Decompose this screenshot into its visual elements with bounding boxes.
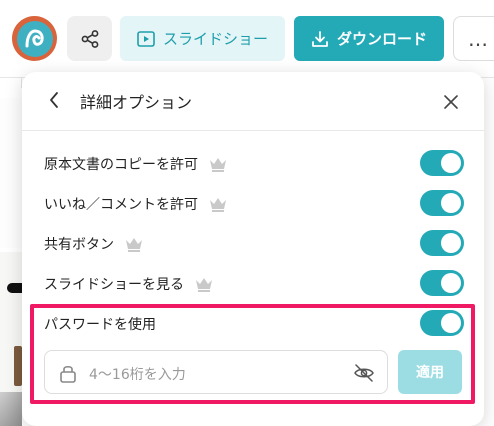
download-icon [312, 30, 328, 47]
avatar-logo-icon [16, 20, 53, 57]
share-button-toggle[interactable] [420, 230, 464, 256]
toggle-knob [441, 273, 461, 293]
back-chevron-icon[interactable] [44, 90, 64, 110]
view-slideshow-toggle[interactable] [420, 270, 464, 296]
download-label: ダウンロード [336, 30, 427, 48]
more-icon: … [468, 26, 488, 51]
crown-icon [208, 156, 228, 172]
slideshow-label: スライドショー [162, 30, 268, 48]
download-button[interactable]: ダウンロード [294, 16, 444, 61]
slide-photo-2 [0, 392, 22, 426]
option-label: 共有ボタン [44, 237, 114, 253]
top-toolbar: スライドショー ダウンロード … [0, 0, 494, 78]
toggle-knob [441, 153, 461, 173]
password-highlight-frame [30, 304, 475, 404]
option-label: いいね／コメントを許可 [44, 197, 198, 213]
option-row-likes-comments: いいね／コメントを許可 [44, 189, 464, 219]
crown-icon [194, 276, 214, 292]
document-page [0, 98, 22, 248]
share-icon [81, 29, 98, 48]
more-options-button[interactable]: … [453, 16, 494, 61]
slideshow-button[interactable]: スライドショー [120, 16, 285, 61]
toggle-knob [441, 193, 461, 213]
option-row-share-button: 共有ボタン [44, 229, 464, 259]
close-icon[interactable] [441, 92, 461, 112]
option-label: スライドショーを見る [44, 277, 184, 293]
avatar[interactable] [12, 16, 57, 61]
option-label: 原本文書のコピーを許可 [44, 157, 198, 173]
panel-header: 詳細オプション [22, 72, 484, 130]
panel-divider [22, 130, 484, 131]
toggle-knob [441, 233, 461, 253]
option-row-view-slideshow: スライドショーを見る [44, 269, 464, 299]
option-row-copy-original: 原本文書のコピーを許可 [44, 149, 464, 179]
crown-icon [124, 236, 144, 252]
crown-icon [208, 196, 228, 212]
likes-comments-toggle[interactable] [420, 190, 464, 216]
play-icon [137, 30, 155, 47]
copy-original-toggle[interactable] [420, 150, 464, 176]
panel-title: 詳細オプション [80, 93, 193, 112]
share-button[interactable] [67, 16, 112, 61]
document-edge [0, 78, 22, 88]
slide-photo [14, 346, 22, 386]
